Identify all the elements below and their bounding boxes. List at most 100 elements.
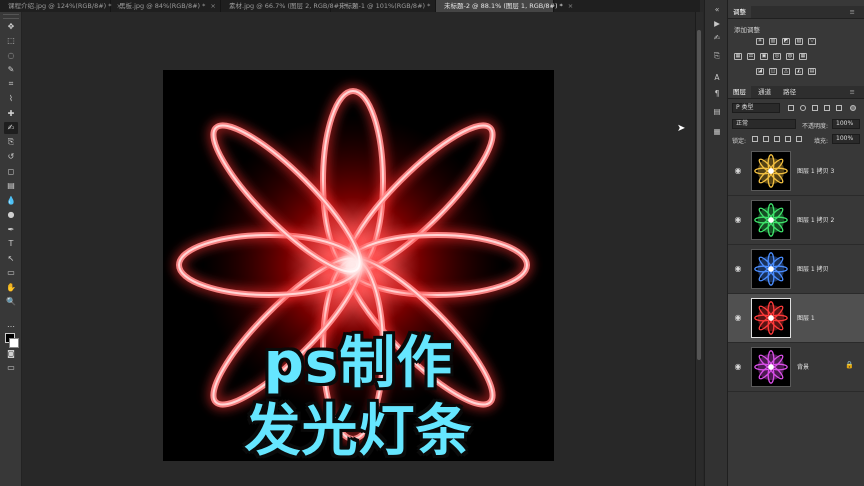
filter-pixel-icon[interactable] bbox=[788, 105, 794, 111]
adjustment-icon[interactable]: ☀ bbox=[756, 38, 764, 45]
layer-name[interactable]: 背景 bbox=[797, 362, 809, 371]
tab-channels[interactable]: 通道 bbox=[753, 86, 776, 98]
eraser-icon[interactable]: ◻ bbox=[4, 165, 18, 177]
stamp-icon[interactable]: ⎘ bbox=[4, 136, 18, 148]
crop-icon[interactable]: ⌗ bbox=[4, 78, 18, 90]
tab-document-3[interactable]: 素材.jpg @ 66.7% (图层 2, RGB/8#) * × bbox=[221, 0, 357, 12]
dodge-icon[interactable]: ● bbox=[4, 209, 18, 221]
adjustment-icon[interactable]: ◬ bbox=[782, 68, 790, 75]
layer-thumbnail bbox=[751, 249, 791, 289]
type-icon[interactable]: T bbox=[4, 238, 18, 250]
quick-select-icon[interactable]: ✎ bbox=[4, 64, 18, 76]
opacity-label: 不透明度: bbox=[802, 123, 829, 130]
screen-mode-icon[interactable]: ▭ bbox=[4, 362, 18, 374]
tab-document-5[interactable]: 未标题-2 @ 88.1% (图层 1, RGB/8#) * × bbox=[436, 0, 573, 12]
adjustment-icon[interactable]: ▦ bbox=[734, 53, 742, 60]
properties-icon[interactable]: ▤ bbox=[711, 106, 723, 117]
visibility-eye-icon[interactable]: ◉ bbox=[733, 166, 743, 176]
libraries-icon[interactable]: ▦ bbox=[711, 126, 723, 137]
panel-menu-icon[interactable]: ≡ bbox=[845, 6, 860, 18]
adjustment-icon[interactable]: ▧ bbox=[795, 38, 803, 45]
quick-mask-icon[interactable]: ◙ bbox=[4, 347, 18, 359]
scrollbar-thumb[interactable] bbox=[697, 30, 701, 360]
tab-document-2[interactable]: 黑板.jpg @ 84%(RGB/8#) * × bbox=[111, 0, 221, 12]
adjustment-icon[interactable]: ▦ bbox=[799, 53, 807, 60]
lasso-icon[interactable]: ◌ bbox=[4, 49, 18, 61]
filter-type-icon[interactable] bbox=[812, 105, 818, 111]
layer-row[interactable]: ◉ 背景 🔒 bbox=[728, 343, 864, 392]
play-icon[interactable]: ▶ bbox=[711, 18, 723, 29]
filter-smart-icon[interactable] bbox=[836, 105, 842, 111]
tab-close-icon[interactable]: × bbox=[568, 2, 573, 10]
filter-shape-icon[interactable] bbox=[824, 105, 830, 111]
blur-icon[interactable]: 💧 bbox=[4, 194, 18, 206]
layer-name[interactable]: 图层 1 拷贝 3 bbox=[797, 166, 834, 175]
fill-input[interactable]: 100% bbox=[832, 134, 860, 144]
tab-close-icon[interactable]: × bbox=[210, 2, 215, 10]
expand-panels-icon[interactable]: « bbox=[711, 4, 723, 15]
adjustment-icon[interactable]: ◪ bbox=[756, 68, 764, 75]
character-icon[interactable]: A bbox=[711, 72, 723, 83]
visibility-eye-icon[interactable]: ◉ bbox=[733, 313, 743, 323]
layer-name[interactable]: 图层 1 bbox=[797, 313, 815, 322]
adjustment-icon[interactable]: ◭ bbox=[795, 68, 803, 75]
layer-filter-select[interactable]: P 类型 bbox=[732, 103, 780, 113]
adjustment-icon[interactable]: ◎ bbox=[773, 53, 781, 60]
shape-icon[interactable]: ▭ bbox=[4, 267, 18, 279]
path-select-icon[interactable]: ↖ bbox=[4, 252, 18, 264]
lock-artboard-icon[interactable] bbox=[785, 136, 791, 142]
eyedropper-icon[interactable]: ⌇ bbox=[4, 93, 18, 105]
move-icon[interactable]: ✥ bbox=[4, 20, 18, 32]
adjustment-icon[interactable]: ⚖ bbox=[747, 53, 755, 60]
filter-toggle-icon[interactable] bbox=[850, 105, 856, 111]
zoom-icon[interactable]: 🔍 bbox=[4, 296, 18, 308]
adjustment-icon[interactable]: ▣ bbox=[760, 53, 768, 60]
more-icon[interactable]: … bbox=[4, 318, 18, 330]
lock-pixels-icon[interactable] bbox=[763, 136, 769, 142]
tab-adjustments[interactable]: 调整 bbox=[728, 6, 751, 18]
filter-adjustment-icon[interactable] bbox=[800, 105, 806, 111]
blend-mode-select[interactable]: 正常 bbox=[732, 119, 796, 129]
gradient-icon[interactable]: ▤ bbox=[4, 180, 18, 192]
layer-row[interactable]: ◉ 图层 1 拷贝 2 bbox=[728, 196, 864, 245]
toolbar-grip[interactable] bbox=[3, 14, 19, 19]
history-brush-icon[interactable]: ↺ bbox=[4, 151, 18, 163]
layer-name[interactable]: 图层 1 拷贝 bbox=[797, 264, 829, 273]
healing-icon[interactable]: ✚ bbox=[4, 107, 18, 119]
layer-row[interactable]: ◉ 图层 1 拷贝 bbox=[728, 245, 864, 294]
panel-menu-icon[interactable]: ≡ bbox=[845, 86, 860, 98]
marquee-icon[interactable]: ⬚ bbox=[4, 35, 18, 47]
tab-paths[interactable]: 路径 bbox=[778, 86, 801, 98]
layer-name[interactable]: 图层 1 拷贝 2 bbox=[797, 215, 834, 224]
opacity-input[interactable]: 100% bbox=[832, 119, 860, 129]
hand-icon[interactable]: ✋ bbox=[4, 281, 18, 293]
adjustment-icon[interactable]: ◍ bbox=[786, 53, 794, 60]
canvas-workspace[interactable]: ps制作 发光灯条 ➤ bbox=[22, 12, 700, 486]
visibility-eye-icon[interactable]: ◉ bbox=[733, 362, 743, 372]
lock-transparent-icon[interactable] bbox=[752, 136, 758, 142]
layer-thumbnail bbox=[751, 347, 791, 387]
pen-icon[interactable]: ✒ bbox=[4, 223, 18, 235]
brush-icon[interactable]: ✍ bbox=[4, 121, 18, 134]
tab-document-4[interactable]: 未标题-1 @ 101%(RGB/8#)*× bbox=[331, 0, 441, 12]
document-canvas[interactable]: ps制作 发光灯条 bbox=[163, 70, 554, 461]
paragraph-icon[interactable]: ¶ bbox=[711, 88, 723, 99]
adjustment-icon[interactable]: ▽ bbox=[808, 38, 816, 45]
layer-row[interactable]: ◉ 图层 1 bbox=[728, 294, 864, 343]
adjustment-icon[interactable]: ▥ bbox=[769, 38, 777, 45]
brush-settings-icon[interactable]: ✍ bbox=[711, 32, 723, 43]
adjustment-icon[interactable]: ◩ bbox=[782, 38, 790, 45]
clone-source-icon[interactable]: ⎘ bbox=[711, 50, 723, 61]
lock-position-icon[interactable] bbox=[774, 136, 780, 142]
visibility-eye-icon[interactable]: ◉ bbox=[733, 215, 743, 225]
layer-row[interactable]: ◉ 图层 1 拷贝 3 bbox=[728, 147, 864, 196]
background-color[interactable] bbox=[9, 337, 19, 348]
tab-layers[interactable]: 图层 bbox=[728, 86, 751, 98]
lock-label: 锁定: bbox=[732, 138, 747, 145]
lock-all-icon[interactable] bbox=[796, 136, 802, 142]
tab-document-1[interactable]: 课程介绍.jpg @ 124%(RGB/8#) * × bbox=[0, 0, 122, 12]
vertical-scrollbar[interactable] bbox=[695, 12, 703, 486]
visibility-eye-icon[interactable]: ◉ bbox=[733, 264, 743, 274]
adjustment-icon[interactable]: ◫ bbox=[769, 68, 777, 75]
adjustment-icon[interactable]: ▤ bbox=[808, 68, 816, 75]
